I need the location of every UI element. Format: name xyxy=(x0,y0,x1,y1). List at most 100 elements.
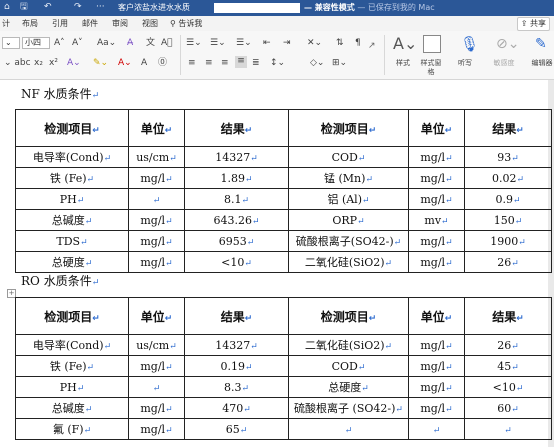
table-cell[interactable]: 93↵ xyxy=(464,146,552,168)
tab-tell-me[interactable]: ⚲ 告诉我 xyxy=(170,18,202,29)
sort-icon[interactable]: ⇅ xyxy=(336,38,344,49)
table-cell[interactable]: mg/l↵ xyxy=(128,230,185,252)
bullets-icon[interactable]: ☰⌄ xyxy=(186,38,202,49)
tab-layout[interactable]: 布局 xyxy=(22,18,38,29)
table-cell[interactable]: mg/l↵ xyxy=(408,397,465,419)
table-cell[interactable]: mg/l↵ xyxy=(408,167,465,189)
subscript-icon[interactable]: x₂ xyxy=(34,58,43,69)
font-name-dropdown[interactable]: ⌄ xyxy=(2,37,20,49)
table-cell[interactable]: mv↵ xyxy=(408,209,465,231)
table-cell[interactable]: 铁 (Fe)↵ xyxy=(15,167,129,189)
table-cell[interactable]: 1900↵ xyxy=(464,230,552,252)
table-cell[interactable]: TDS↵ xyxy=(15,230,129,252)
table-cell[interactable]: 总硬度↵ xyxy=(15,251,129,273)
table-cell[interactable]: 470↵ xyxy=(184,397,289,419)
table-cell[interactable]: ↵ xyxy=(128,376,185,398)
table-cell[interactable]: 二氧化硅(SiO2)↵ xyxy=(288,251,409,273)
line-spacing-icon[interactable]: ↕⌄ xyxy=(270,58,285,69)
table-cell[interactable]: 6953↵ xyxy=(184,230,289,252)
distribute-icon[interactable]: ≣ xyxy=(252,58,260,69)
table-cell[interactable]: 65↵ xyxy=(184,418,289,440)
table-cell[interactable]: 150↵ xyxy=(464,209,552,231)
table-cell[interactable]: 硫酸根离子 (SO42-)↵ xyxy=(288,397,409,419)
table-cell[interactable]: ORP↵ xyxy=(288,209,409,231)
table-cell[interactable]: ↵ xyxy=(408,418,465,440)
table-cell[interactable]: 电导率(Cond)↵ xyxy=(15,334,129,356)
table-cell[interactable]: mg/l↵ xyxy=(408,230,465,252)
align-left-icon[interactable]: ≡ xyxy=(188,58,196,69)
table-cell[interactable]: ↵ xyxy=(128,188,185,210)
superscript-icon[interactable]: x² xyxy=(49,58,58,69)
table-cell[interactable]: 8.3↵ xyxy=(184,376,289,398)
table-cell[interactable]: 总碱度↵ xyxy=(15,209,129,231)
table-cell[interactable]: mg/l↵ xyxy=(408,251,465,273)
home-icon[interactable]: ⌂ xyxy=(4,2,10,13)
tab-review[interactable]: 审阅 xyxy=(112,18,128,29)
table-cell[interactable]: 硫酸根离子(SO42-)↵ xyxy=(288,230,409,252)
table-cell[interactable]: us/cm↵ xyxy=(128,334,185,356)
table-cell[interactable]: 二氧化硅(SiO2)↵ xyxy=(288,334,409,356)
table-cell[interactable]: 铁 (Fe)↵ xyxy=(15,355,129,377)
table-cell[interactable]: 14327↵ xyxy=(184,146,289,168)
phonetic-icon[interactable]: 文 xyxy=(146,38,155,49)
table-cell[interactable]: 铝 (Al)↵ xyxy=(288,188,409,210)
table-cell[interactable]: 0.9↵ xyxy=(464,188,552,210)
tab-view[interactable]: 视图 xyxy=(142,18,158,29)
enclose-char-icon[interactable]: ⓪ xyxy=(158,58,167,69)
table-cell[interactable]: COD↵ xyxy=(288,355,409,377)
table-cell[interactable]: 26↵ xyxy=(464,251,552,273)
asian-layout-icon[interactable]: ✕⌄ xyxy=(307,38,322,49)
table-cell[interactable]: mg/l↵ xyxy=(408,334,465,356)
table-cell[interactable]: mg/l↵ xyxy=(128,167,185,189)
table-cell[interactable]: PH↵ xyxy=(15,376,129,398)
clear-format-icon[interactable]: A̶ xyxy=(127,38,133,49)
table-cell[interactable]: 锰 (Mn)↵ xyxy=(288,167,409,189)
text-effects-icon[interactable]: A⌄ xyxy=(67,58,81,69)
table-cell[interactable]: 总碱度↵ xyxy=(15,397,129,419)
tab-mailings[interactable]: 邮件 xyxy=(82,18,98,29)
style-pane-icon[interactable] xyxy=(423,35,441,53)
sensitivity-icon[interactable]: ⊘⌄ xyxy=(496,35,519,53)
table-cell[interactable]: 26↵ xyxy=(464,334,552,356)
table-cell[interactable]: 643.26↵ xyxy=(184,209,289,231)
shading-icon[interactable]: ◇⌄ xyxy=(310,58,324,69)
table-cell[interactable]: PH↵ xyxy=(15,188,129,210)
table-cell[interactable]: 8.1↵ xyxy=(184,188,289,210)
table-cell[interactable]: mg/l↵ xyxy=(128,397,185,419)
table-cell[interactable]: mg/l↵ xyxy=(408,146,465,168)
microphone-icon[interactable]: 🎙 xyxy=(460,35,479,53)
tab-design[interactable]: 计 xyxy=(2,18,10,29)
table-cell[interactable]: 电导率(Cond)↵ xyxy=(15,146,129,168)
table-cell[interactable]: 0.02↵ xyxy=(464,167,552,189)
font-size-dropdown[interactable]: 小四 xyxy=(22,37,50,49)
font-color-icon[interactable]: A⌄ xyxy=(118,58,132,69)
multilevel-list-icon[interactable]: ☰⌄ xyxy=(236,38,252,49)
table-cell[interactable]: mg/l↵ xyxy=(408,355,465,377)
table-cell[interactable]: us/cm↵ xyxy=(128,146,185,168)
change-case-icon[interactable]: Aa⌄ xyxy=(97,38,116,49)
char-border-icon[interactable]: A⃞ xyxy=(161,38,173,49)
table-cell[interactable]: mg/l↵ xyxy=(408,376,465,398)
grow-font-icon[interactable]: A˄ xyxy=(54,38,65,49)
table-cell[interactable]: 60↵ xyxy=(464,397,552,419)
table-cell[interactable]: <10↵ xyxy=(184,251,289,273)
table-cell[interactable]: 45↵ xyxy=(464,355,552,377)
table-cell[interactable]: 氟 (F)↵ xyxy=(15,418,129,440)
char-shading-icon[interactable]: A xyxy=(141,58,147,69)
table-cell[interactable]: ↵ xyxy=(288,418,409,440)
more-icon[interactable]: ··· xyxy=(96,2,105,13)
highlight-icon[interactable]: ✎⌄ xyxy=(93,58,108,69)
table-cell[interactable]: mg/l↵ xyxy=(128,209,185,231)
align-center-icon[interactable]: ≡ xyxy=(205,58,213,69)
save-icon[interactable]: 🖫 xyxy=(20,2,28,13)
decrease-indent-icon[interactable]: ⇤ xyxy=(263,38,271,49)
table-cell[interactable]: mg/l↵ xyxy=(128,418,185,440)
table-cell[interactable]: ↵ xyxy=(464,418,552,440)
borders-icon[interactable]: ⊞⌄ xyxy=(332,58,347,69)
styles-icon[interactable]: A⌄ xyxy=(393,35,417,53)
table-cell[interactable]: 1.89↵ xyxy=(184,167,289,189)
table-cell[interactable]: mg/l↵ xyxy=(128,355,185,377)
redo-icon[interactable]: ↷ xyxy=(74,2,82,13)
justify-icon[interactable]: ≡ xyxy=(235,56,247,68)
table-cell[interactable]: COD↵ xyxy=(288,146,409,168)
